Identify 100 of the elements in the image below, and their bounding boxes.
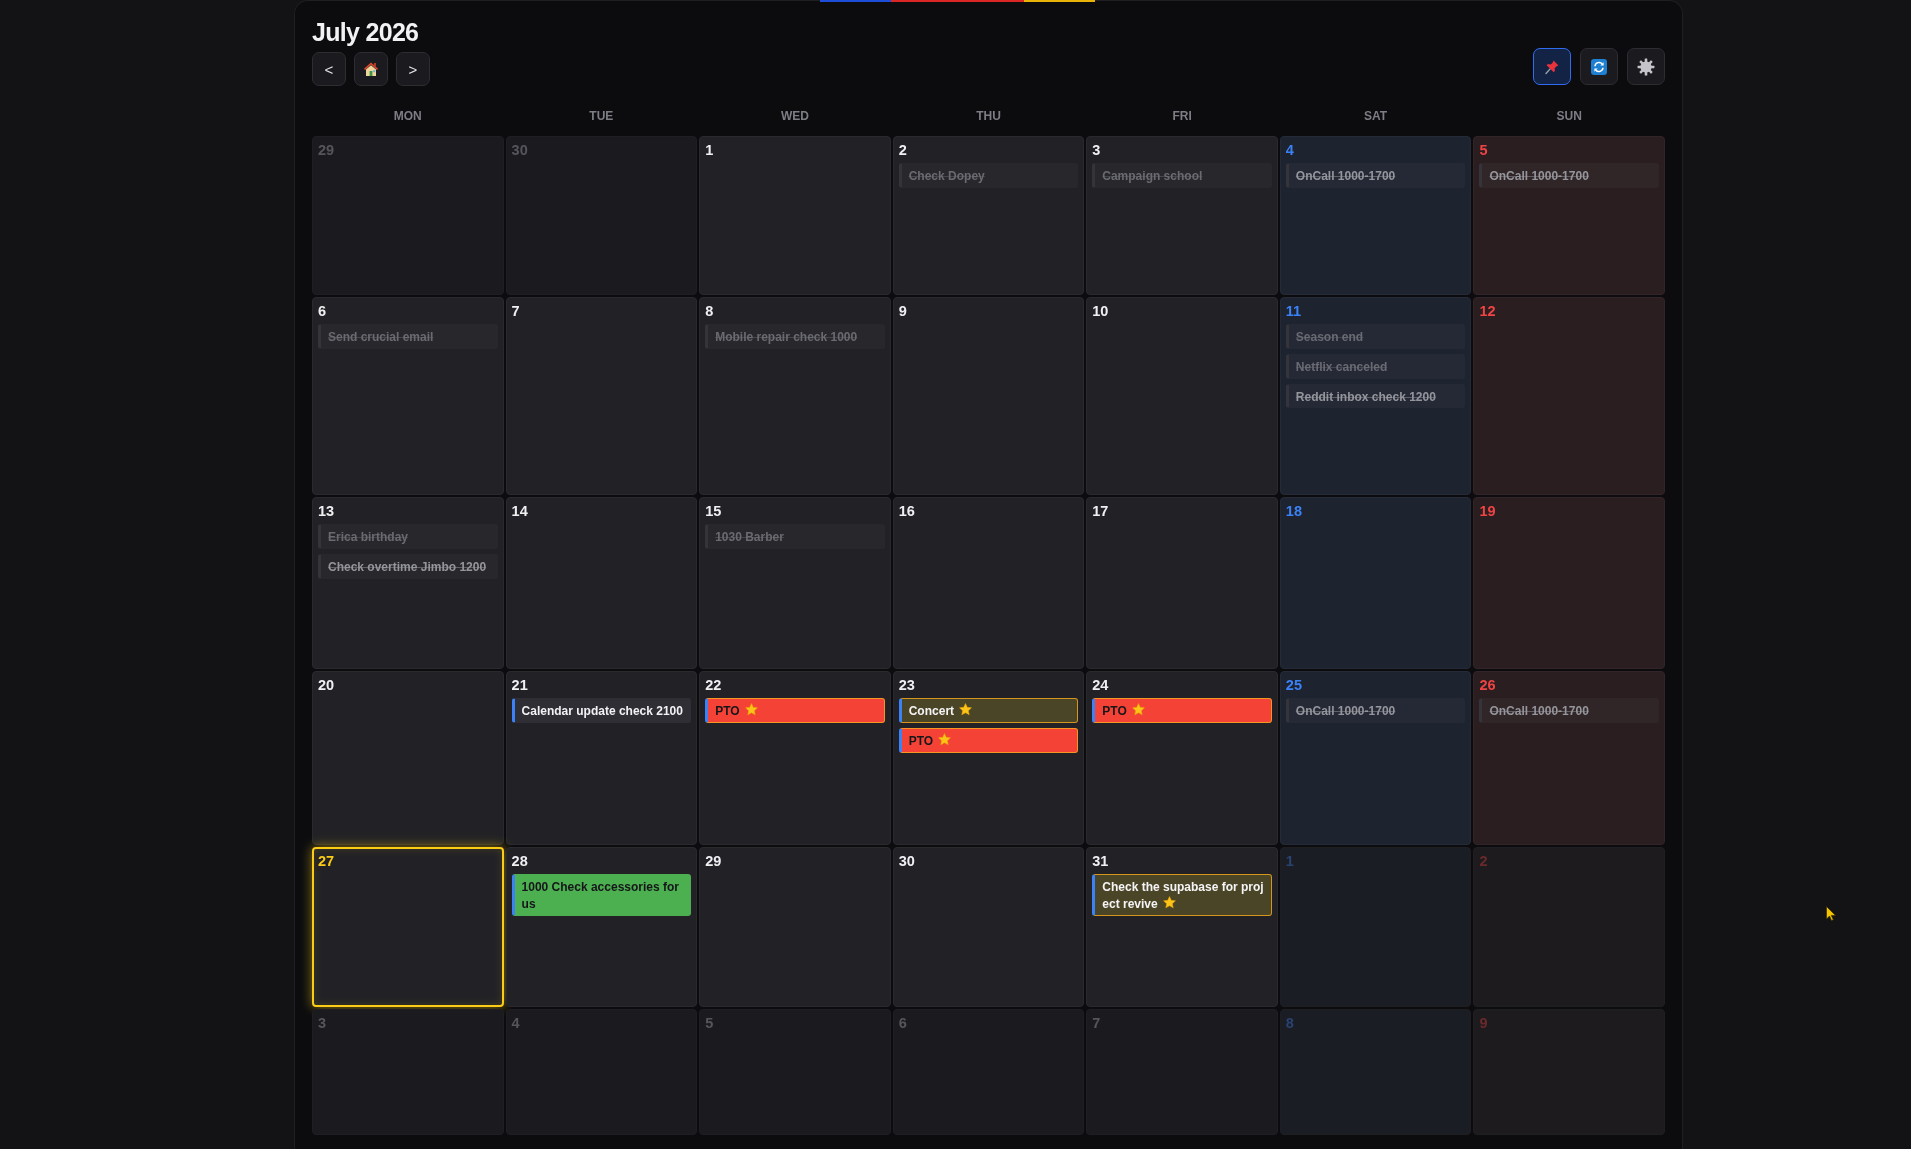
day-cell[interactable]: 4 OnCall 1000-1700	[1279, 136, 1472, 295]
day-cell[interactable]: 23 Concert PTO	[892, 671, 1085, 845]
refresh-button[interactable]	[1580, 48, 1618, 85]
day-number: 30	[511, 142, 528, 159]
day-cell[interactable]: 29	[699, 847, 891, 1007]
event-chip[interactable]: PTO	[1092, 698, 1272, 723]
day-cell[interactable]: 27	[312, 847, 504, 1007]
weekday-label: WED	[779, 109, 810, 123]
pin-button[interactable]	[1533, 48, 1571, 85]
day-cell[interactable]: 15 1030 Barber	[699, 497, 891, 669]
day-number: 1	[1285, 853, 1294, 870]
day-cell[interactable]: 8 Mobile repair check 1000	[699, 297, 891, 495]
event-chip[interactable]: Check overtime Jimbo 1200	[318, 553, 498, 579]
day-cell[interactable]: 2 Check Dopey	[892, 136, 1085, 295]
house-icon	[363, 61, 379, 77]
day-cell[interactable]: 18	[1279, 497, 1472, 669]
day-cell[interactable]: 22 PTO	[699, 671, 891, 845]
day-number: 22	[705, 677, 722, 694]
day-number: 3	[318, 1015, 327, 1032]
star-icon	[938, 733, 952, 747]
day-number: 2	[898, 142, 907, 159]
event-chip[interactable]: Reddit inbox check 1200	[1285, 383, 1466, 409]
day-cell[interactable]: 1	[699, 136, 891, 295]
day-cell[interactable]: 16	[892, 497, 1085, 669]
day-cell[interactable]: 25 OnCall 1000-1700	[1279, 671, 1472, 845]
day-cell[interactable]: 19	[1473, 497, 1665, 669]
day-number: 5	[705, 1015, 714, 1032]
day-number: 21	[511, 677, 528, 694]
day-number: 30	[898, 853, 915, 870]
day-number: 11	[1285, 303, 1302, 320]
event-chip[interactable]: PTO	[898, 727, 1079, 753]
day-number: 1	[705, 142, 714, 159]
day-cell[interactable]: 21 Calendar update check 2100	[505, 671, 698, 845]
day-number: 18	[1285, 503, 1302, 520]
day-number: 12	[1479, 303, 1496, 320]
mouse-pointer-icon	[1826, 906, 1836, 921]
refresh-icon	[1591, 58, 1607, 75]
day-cell[interactable]: 28 1000 Check accessories for us	[505, 847, 698, 1007]
event-chip[interactable]: 1030 Barber	[705, 524, 885, 549]
event-chip[interactable]: Season end	[1285, 324, 1466, 349]
weekday-label: THU	[975, 109, 1002, 123]
event-chip[interactable]: Concert	[898, 698, 1079, 723]
next-month-button[interactable]: >	[396, 52, 430, 86]
event-chip[interactable]: OnCall 1000-1700	[1285, 698, 1466, 723]
day-number: 15	[705, 503, 722, 520]
day-number: 8	[1285, 1015, 1294, 1032]
day-cell[interactable]: 12	[1473, 297, 1665, 495]
day-cell[interactable]: 7	[505, 297, 698, 495]
day-cell[interactable]: 3 Campaign school	[1086, 136, 1278, 295]
day-number: 5	[1479, 142, 1488, 159]
weekday-label: TUE	[588, 109, 615, 123]
day-cell[interactable]: 17	[1086, 497, 1278, 669]
star-icon	[1162, 896, 1176, 910]
day-number: 13	[318, 503, 335, 520]
day-number: 28	[511, 853, 528, 870]
weekday-label: MON	[392, 109, 423, 123]
day-cell[interactable]: 14	[505, 497, 698, 669]
day-cell[interactable]: 24 PTO	[1086, 671, 1278, 845]
day-cell[interactable]: 9	[892, 297, 1085, 495]
event-chip[interactable]: Check the supabase for project revive	[1092, 874, 1272, 916]
event-chip[interactable]: Campaign school	[1092, 163, 1272, 188]
day-number: 25	[1285, 677, 1302, 694]
weekday-label: FRI	[1171, 109, 1193, 123]
day-cell[interactable]: 6 Send crucial email	[312, 297, 504, 495]
day-number: 2	[1479, 853, 1488, 870]
event-chip[interactable]: Check Dopey	[898, 163, 1079, 188]
day-cell[interactable]: 11 Season end Netflix canceled Reddit inbox check 1200	[1279, 297, 1472, 495]
today-button[interactable]	[354, 52, 388, 86]
day-number: 4	[1285, 142, 1294, 159]
day-cell[interactable]: 20	[312, 671, 504, 845]
star-icon	[1131, 703, 1145, 717]
day-number: 9	[1479, 1015, 1488, 1032]
event-chip[interactable]: OnCall 1000-1700	[1479, 698, 1659, 723]
star-icon	[744, 703, 758, 717]
day-cell[interactable]: 13 Erica birthday Check overtime Jimbo 1200	[312, 497, 504, 669]
day-cell[interactable]: 30	[892, 847, 1085, 1007]
day-cell[interactable]: 10	[1086, 297, 1278, 495]
day-number: 24	[1092, 677, 1109, 694]
day-number: 20	[318, 677, 335, 694]
event-chip[interactable]: Mobile repair check 1000	[705, 324, 885, 349]
day-number: 29	[705, 853, 722, 870]
month-title: July 2026	[312, 17, 420, 47]
day-number: 3	[1092, 142, 1101, 159]
day-number: 7	[1092, 1015, 1101, 1032]
day-cell[interactable]: 26 OnCall 1000-1700	[1473, 671, 1665, 845]
day-cell[interactable]: 5 OnCall 1000-1700	[1473, 136, 1665, 295]
event-chip[interactable]: Erica birthday	[318, 524, 498, 549]
event-chip[interactable]: OnCall 1000-1700	[1285, 163, 1466, 188]
event-chip[interactable]: 1000 Check accessories for us	[511, 874, 692, 916]
day-number: 27	[318, 853, 335, 870]
weekday-label: SAT	[1363, 109, 1389, 123]
event-chip[interactable]: Send crucial email	[318, 324, 498, 349]
settings-button[interactable]	[1627, 48, 1665, 85]
day-cell[interactable]: 31 Check the supabase for project revive	[1086, 847, 1278, 1007]
event-chip[interactable]: PTO	[705, 698, 885, 723]
event-chip[interactable]: OnCall 1000-1700	[1479, 163, 1659, 188]
event-chip[interactable]: Calendar update check 2100	[511, 698, 692, 723]
previous-month-button[interactable]: <	[312, 52, 346, 86]
star-icon	[959, 703, 973, 717]
event-chip[interactable]: Netflix canceled	[1285, 353, 1466, 379]
